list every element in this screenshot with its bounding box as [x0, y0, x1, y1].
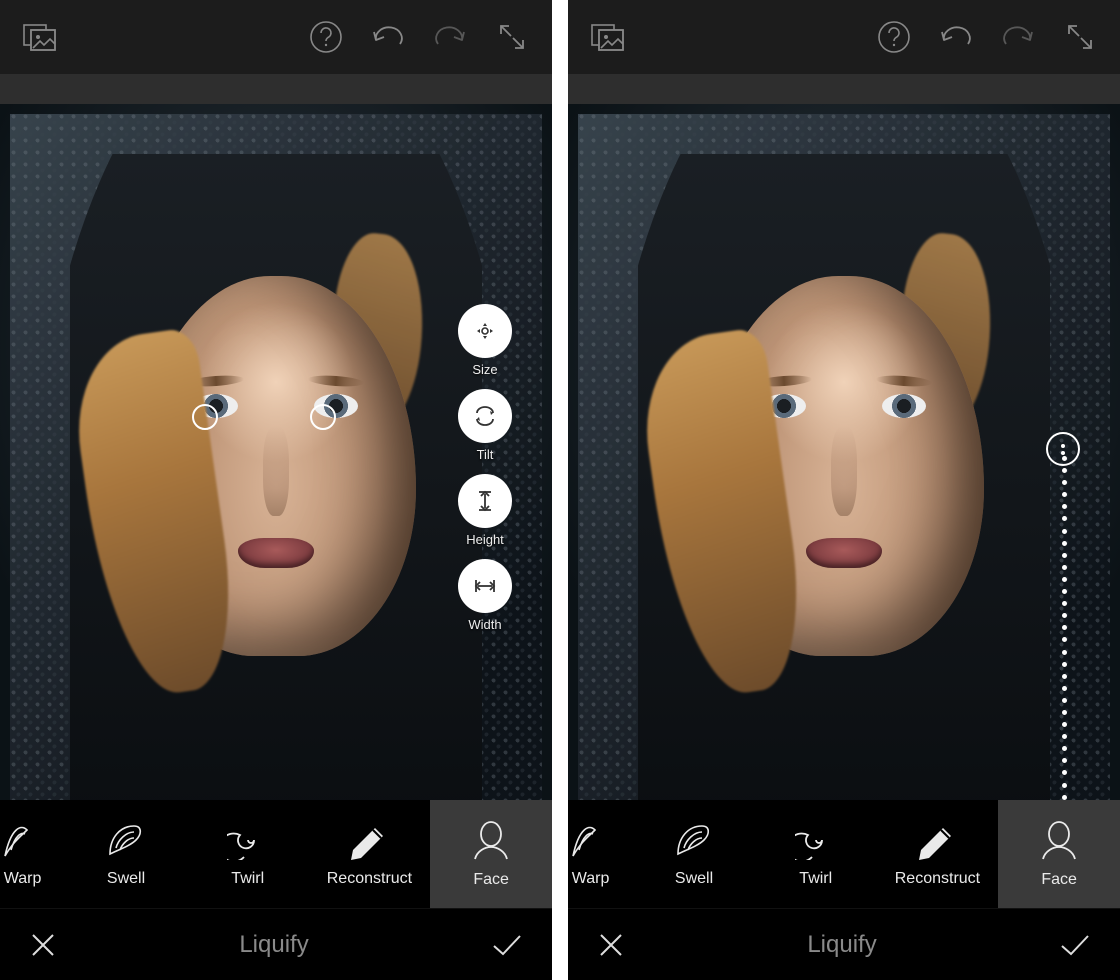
undo-icon[interactable] [366, 15, 410, 59]
tool-face[interactable]: Face [998, 800, 1120, 908]
compare-original-icon[interactable] [18, 15, 62, 59]
sub-toolbar [568, 74, 1120, 104]
tool-reconstruct[interactable]: Reconstruct [877, 800, 999, 908]
face-tool-size-label: Size [472, 362, 497, 377]
eye-marker-left[interactable] [192, 404, 218, 430]
tool-warp[interactable]: Warp [0, 800, 65, 908]
width-icon [458, 559, 512, 613]
bottom-bar: Liquify [568, 908, 1120, 980]
liquify-toolbar: Warp Swell Twirl Reconstruct [568, 800, 1120, 908]
tool-face-label: Face [473, 871, 509, 889]
tilt-icon [458, 389, 512, 443]
cancel-button[interactable] [28, 930, 58, 960]
top-toolbar [568, 0, 1120, 74]
tool-twirl-label: Twirl [799, 870, 832, 888]
size-icon [458, 304, 512, 358]
face-adjust-panel: Size Tilt H [458, 304, 512, 632]
confirm-button[interactable] [1058, 930, 1092, 960]
help-icon[interactable] [872, 15, 916, 59]
face-tool-height-label: Height [466, 532, 504, 547]
fullscreen-icon[interactable] [490, 15, 534, 59]
tool-twirl[interactable]: Twirl [187, 800, 309, 908]
tool-warp[interactable]: Warp [548, 800, 633, 908]
redo-icon[interactable] [428, 15, 472, 59]
screen-right: Warp Swell Twirl Reconstruct [568, 0, 1120, 980]
face-tool-width[interactable]: Width [458, 559, 512, 632]
tool-swell-label: Swell [107, 870, 145, 888]
screen-title: Liquify [807, 931, 876, 959]
tool-face[interactable]: Face [430, 800, 552, 908]
fullscreen-icon[interactable] [1058, 15, 1102, 59]
face-tool-size[interactable]: Size [458, 304, 512, 377]
cancel-button[interactable] [596, 930, 626, 960]
redo-icon[interactable] [996, 15, 1040, 59]
image-canvas[interactable]: Size Tilt H [0, 104, 552, 800]
tool-swell-label: Swell [675, 870, 713, 888]
tool-warp-label: Warp [4, 870, 42, 888]
face-tool-height[interactable]: Height [458, 474, 512, 547]
tool-reconstruct-label: Reconstruct [895, 870, 980, 888]
help-icon[interactable] [304, 15, 348, 59]
tool-reconstruct-label: Reconstruct [327, 870, 412, 888]
image-canvas[interactable] [568, 104, 1120, 800]
slider-track[interactable] [1062, 456, 1066, 800]
bottom-bar: Liquify [0, 908, 552, 980]
undo-icon[interactable] [934, 15, 978, 59]
tool-twirl-label: Twirl [231, 870, 264, 888]
tool-swell[interactable]: Swell [65, 800, 187, 908]
eye-marker-right[interactable] [310, 404, 336, 430]
compare-original-icon[interactable] [586, 15, 630, 59]
liquify-toolbar: Warp Swell Twirl Reconstruct [0, 800, 552, 908]
tool-face-label: Face [1041, 871, 1077, 889]
face-tool-width-label: Width [468, 617, 501, 632]
face-tool-tilt[interactable]: Tilt [458, 389, 512, 462]
tool-swell[interactable]: Swell [633, 800, 755, 908]
screen-left: Size Tilt H [0, 0, 552, 980]
height-icon [458, 474, 512, 528]
screen-title: Liquify [239, 931, 308, 959]
face-tool-tilt-label: Tilt [477, 447, 494, 462]
tool-twirl[interactable]: Twirl [755, 800, 877, 908]
tool-warp-label: Warp [572, 870, 610, 888]
confirm-button[interactable] [490, 930, 524, 960]
sub-toolbar [0, 74, 552, 104]
portrait-image [568, 104, 1120, 800]
top-toolbar [0, 0, 552, 74]
tool-reconstruct[interactable]: Reconstruct [309, 800, 431, 908]
